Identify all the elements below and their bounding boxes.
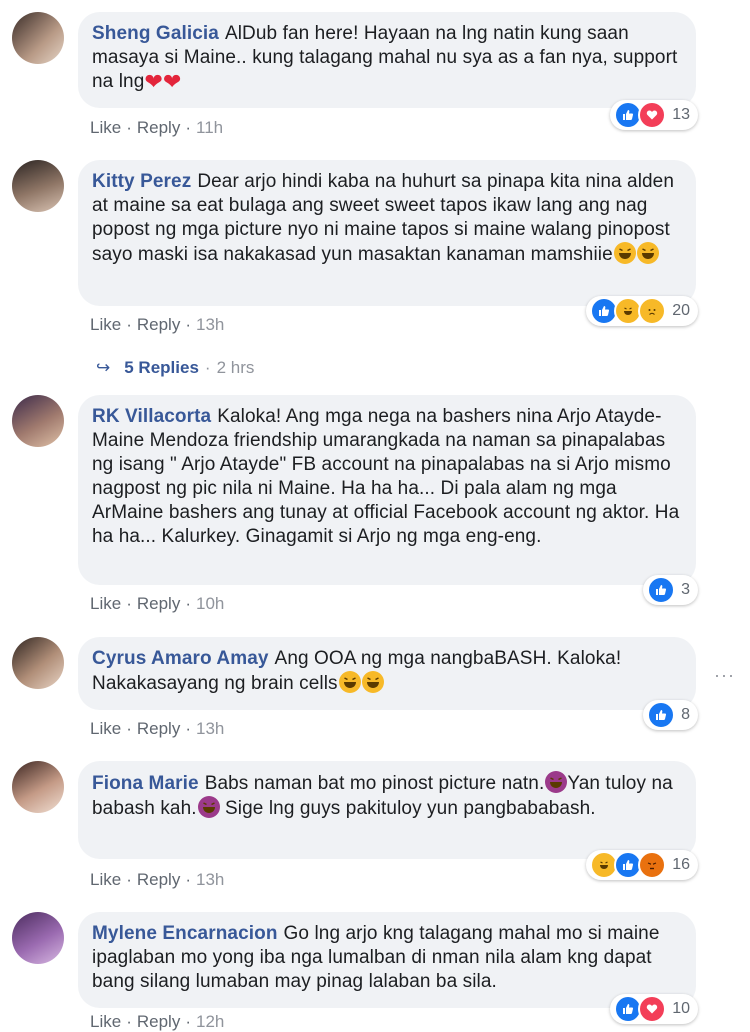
haha-emoji-icon <box>636 242 659 264</box>
timestamp[interactable]: 13h <box>196 719 224 738</box>
like-reaction-icon <box>647 701 676 729</box>
comment-bubble: Mylene Encarnacion Go lng arjo kng talaga… <box>78 912 696 1008</box>
comment-text: Kaloka! Ang mga nega na bashers nina Arj… <box>92 406 680 547</box>
reply-button[interactable]: Reply <box>137 870 180 889</box>
author-name[interactable]: Fiona Marie <box>92 773 199 794</box>
reaction-summary[interactable]: 13 <box>610 100 698 130</box>
comment-text: Babs naman bat mo pinost picture natn. <box>204 773 545 794</box>
reaction-summary[interactable]: 16 <box>586 850 698 880</box>
timestamp[interactable]: 12h <box>196 1012 224 1031</box>
more-options-icon[interactable]: ··· <box>714 665 735 686</box>
comment-actions: Like · Reply · 13h <box>90 719 225 738</box>
reaction-count: 10 <box>672 1000 690 1017</box>
sad-reaction-icon <box>638 297 667 325</box>
author-name[interactable]: Mylene Encarnacion <box>92 923 278 944</box>
reply-button[interactable]: Reply <box>137 1012 180 1031</box>
comment-text: Sige lng guys pakituloy yun pangbababash… <box>225 798 596 819</box>
reaction-count: 8 <box>681 706 690 723</box>
author-name[interactable]: Sheng Galicia <box>92 23 219 44</box>
view-replies-link[interactable]: ↪ 5 Replies · 2 hrs <box>96 358 254 378</box>
timestamp[interactable]: 10h <box>196 594 224 613</box>
reaction-count: 20 <box>672 302 690 319</box>
comment-bubble: Cyrus Amaro Amay Ang OOA ng mga nangbaBAS… <box>78 637 696 710</box>
reply-button[interactable]: Reply <box>137 315 180 334</box>
devil-emoji-icon <box>197 796 220 818</box>
reaction-count: 3 <box>681 581 690 598</box>
avatar[interactable] <box>12 395 64 447</box>
replies-label[interactable]: 5 Replies <box>124 358 199 377</box>
reply-button[interactable]: Reply <box>137 719 180 738</box>
like-button[interactable]: Like <box>90 118 121 137</box>
reaction-count: 13 <box>672 106 690 123</box>
avatar[interactable] <box>12 761 64 813</box>
like-button[interactable]: Like <box>90 1012 121 1031</box>
comment-actions: Like · Reply · 11h <box>90 118 224 137</box>
heart-emoji-icon: ❤❤ <box>144 69 182 94</box>
replies-time: 2 hrs <box>216 358 255 377</box>
like-reaction-icon <box>647 576 676 604</box>
reply-button[interactable]: Reply <box>137 594 180 613</box>
timestamp[interactable]: 13h <box>196 870 224 889</box>
reaction-count: 16 <box>672 856 690 873</box>
avatar[interactable] <box>12 912 64 964</box>
reaction-summary[interactable]: 20 <box>586 296 698 326</box>
like-button[interactable]: Like <box>90 315 121 334</box>
reaction-summary[interactable]: 10 <box>610 994 698 1024</box>
author-name[interactable]: Kitty Perez <box>92 171 191 192</box>
comment-bubble: Sheng Galicia AlDub fan here! Hayaan na l… <box>78 12 696 108</box>
author-name[interactable]: RK Villacorta <box>92 406 211 427</box>
haha-emoji-icon <box>361 671 384 693</box>
reaction-summary[interactable]: 3 <box>643 575 698 605</box>
love-reaction-icon <box>638 101 667 129</box>
avatar[interactable] <box>12 637 64 689</box>
avatar[interactable] <box>12 12 64 64</box>
like-button[interactable]: Like <box>90 870 121 889</box>
haha-emoji-icon <box>613 242 636 264</box>
comment-actions: Like · Reply · 13h <box>90 315 225 334</box>
avatar[interactable] <box>12 160 64 212</box>
haha-emoji-icon <box>338 671 361 693</box>
devil-emoji-icon <box>545 771 568 793</box>
love-reaction-icon <box>638 995 667 1023</box>
comment-bubble: Kitty Perez Dear arjo hindi kaba na huhur… <box>78 160 696 306</box>
comment-actions: Like · Reply · 13h <box>90 870 225 889</box>
angry-reaction-icon <box>638 851 667 879</box>
comment-actions: Like · Reply · 12h <box>90 1012 225 1031</box>
reply-button[interactable]: Reply <box>137 118 180 137</box>
like-button[interactable]: Like <box>90 719 121 738</box>
timestamp[interactable]: 11h <box>196 118 223 137</box>
reaction-summary[interactable]: 8 <box>643 700 698 730</box>
author-name[interactable]: Cyrus Amaro Amay <box>92 648 269 669</box>
comment-bubble: Fiona Marie Babs naman bat mo pinost pict… <box>78 761 696 859</box>
reply-arrow-icon: ↪ <box>96 358 111 377</box>
comment-bubble: RK Villacorta Kaloka! Ang mga nega na bas… <box>78 395 696 585</box>
comment-actions: Like · Reply · 10h <box>90 594 225 613</box>
like-button[interactable]: Like <box>90 594 121 613</box>
timestamp[interactable]: 13h <box>196 315 224 334</box>
